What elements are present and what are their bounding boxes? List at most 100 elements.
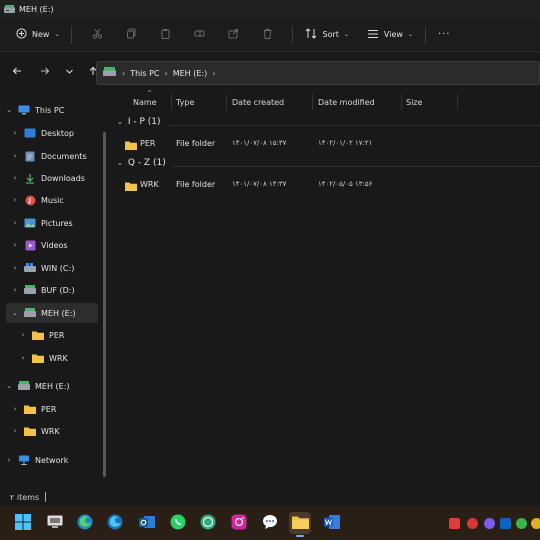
edge-browser-icon: [107, 514, 123, 532]
sidebar-item-music[interactable]: › Music: [10, 190, 64, 210]
tray-app-icon[interactable]: [467, 518, 478, 529]
chevron-right-icon[interactable]: ›: [4, 456, 14, 464]
chevron-right-icon[interactable]: ›: [10, 405, 20, 413]
navigation-row: › This PC › MEH (E:) ›: [0, 52, 540, 92]
sidebar-item-pictures[interactable]: › Pictures: [10, 213, 73, 233]
column-divider[interactable]: [171, 94, 172, 110]
documents-icon: [24, 151, 36, 162]
desktop-icon: [24, 128, 36, 139]
breadcrumb-current-drive[interactable]: MEH (E:): [173, 69, 208, 78]
recent-locations-button[interactable]: [58, 61, 80, 83]
column-divider[interactable]: [457, 94, 458, 110]
taskbar-app-edge-beta[interactable]: [104, 512, 126, 534]
sidebar-item-drive-c[interactable]: › WIN (C:): [10, 258, 74, 278]
chevron-right-icon[interactable]: ›: [10, 129, 20, 137]
copy-button[interactable]: [119, 24, 143, 46]
breadcrumb-this-pc[interactable]: This PC: [130, 69, 159, 78]
forward-button[interactable]: [34, 61, 56, 83]
sidebar-item-drive-e-quick[interactable]: ⌄ MEH (E:): [4, 376, 70, 396]
chevron-right-icon[interactable]: ›: [10, 219, 20, 227]
chevron-down-icon: [65, 67, 74, 78]
view-button[interactable]: View ⌄: [363, 24, 417, 46]
column-header-date-modified[interactable]: Date modified: [318, 92, 400, 112]
sidebar-item-drive-e[interactable]: ⌄ MEH (E:): [6, 303, 98, 323]
sidebar-item-documents[interactable]: › Documents: [10, 146, 87, 166]
taskbar-app-file-explorer[interactable]: [289, 512, 311, 537]
chevron-right-icon[interactable]: ›: [10, 174, 20, 182]
sidebar-item-wrk[interactable]: › WRK: [18, 348, 68, 368]
chevron-right-icon[interactable]: ›: [18, 331, 28, 339]
status-divider: [45, 492, 47, 502]
address-bar[interactable]: › This PC › MEH (E:) ›: [96, 61, 540, 85]
chevron-right-icon[interactable]: ›: [10, 241, 20, 249]
sidebar-item-downloads[interactable]: › Downloads: [10, 168, 85, 188]
taskbar-app-messenger[interactable]: [259, 512, 281, 534]
chevron-down-icon[interactable]: ⌄: [10, 309, 20, 317]
file-date-modified: ۱۴۰۲/۰۱/۰۲ ۱۷:۲۱: [318, 139, 373, 147]
taskbar-app-whatsapp-2[interactable]: [197, 512, 219, 534]
sort-icon: [305, 28, 317, 41]
column-header-type[interactable]: Type: [176, 92, 228, 112]
start-button[interactable]: [12, 512, 34, 534]
file-name[interactable]: PER: [140, 139, 155, 148]
file-type: File folder: [176, 180, 216, 189]
sidebar-item-desktop[interactable]: › Desktop: [10, 123, 74, 143]
taskbar-app-instagram[interactable]: [228, 512, 250, 534]
sidebar-item-wrk-quick[interactable]: › WRK: [10, 421, 60, 441]
sidebar-item-label: WRK: [41, 426, 60, 436]
column-divider[interactable]: [226, 94, 227, 110]
chevron-down-icon[interactable]: ⌄: [4, 106, 14, 114]
column-divider[interactable]: [312, 94, 313, 110]
rename-button[interactable]: [187, 24, 211, 46]
sidebar-item-drive-d[interactable]: › BUF (D:): [10, 280, 75, 300]
drive-icon: [24, 308, 36, 319]
new-button[interactable]: New ⌄: [12, 24, 63, 46]
toolbar-divider: [71, 25, 73, 44]
tray-app-icon[interactable]: [531, 518, 540, 529]
chevron-right-icon[interactable]: ›: [10, 264, 20, 272]
sidebar-item-videos[interactable]: › Videos: [10, 235, 68, 255]
more-options-button[interactable]: ···: [434, 24, 455, 46]
tray-shield-icon[interactable]: [449, 518, 460, 529]
folder-icon: [291, 515, 309, 531]
music-icon: [24, 195, 36, 206]
taskbar-app-desktop[interactable]: [44, 512, 66, 534]
taskbar-app-outlook[interactable]: [136, 512, 158, 534]
group-header[interactable]: ⌄ Q - Z (1): [117, 158, 166, 168]
tray-messenger-icon[interactable]: [484, 518, 495, 529]
table-row[interactable]: PER File folder ۱۴۰۱/۰۷/۰۸ ۱۵:۳۷ ۱۴۰۲/۰۱…: [111, 136, 540, 154]
sidebar-item-this-pc[interactable]: ⌄ This PC: [4, 100, 64, 120]
sidebar-item-per-quick[interactable]: › PER: [10, 399, 56, 419]
paste-button[interactable]: [153, 24, 177, 46]
group-header[interactable]: ⌄ I - P (1): [117, 117, 161, 127]
taskbar-app-word[interactable]: [321, 512, 343, 534]
column-header-date-created[interactable]: Date created: [232, 92, 314, 112]
table-row[interactable]: WRK File folder ۱۴۰۱/۰۷/۰۸ ۱۴:۳۷ ۱۴۰۲/۰۵…: [111, 177, 540, 195]
tray-linkedin-icon[interactable]: [500, 518, 511, 529]
file-name[interactable]: WRK: [140, 180, 159, 189]
chevron-right-icon[interactable]: ›: [10, 427, 20, 435]
window-title: MEH (E:): [19, 4, 54, 14]
chevron-down-icon[interactable]: ⌄: [4, 382, 14, 390]
share-button[interactable]: [221, 24, 245, 46]
chevron-right-icon[interactable]: ›: [10, 286, 20, 294]
sort-button[interactable]: Sort ⌄: [301, 24, 352, 46]
taskbar-app-whatsapp[interactable]: [167, 512, 189, 534]
sidebar-item-per[interactable]: › PER: [18, 325, 64, 345]
edge-browser-icon: [77, 514, 93, 532]
chevron-right-icon[interactable]: ›: [10, 152, 20, 160]
sort-ascending-icon: ^: [147, 90, 153, 97]
breadcrumb-chevron-icon[interactable]: ›: [212, 69, 215, 78]
command-bar: New ⌄ Sort ⌄ View ⌄ ···: [0, 18, 540, 52]
chevron-right-icon[interactable]: ›: [18, 354, 28, 362]
chevron-right-icon[interactable]: ›: [10, 196, 20, 204]
cut-button[interactable]: [85, 24, 109, 46]
column-header-size[interactable]: Size: [406, 92, 456, 112]
taskbar-app-edge[interactable]: [74, 512, 96, 534]
delete-button[interactable]: [255, 24, 279, 46]
back-button[interactable]: [6, 61, 28, 83]
sidebar-item-network[interactable]: › Network: [4, 450, 68, 470]
column-divider[interactable]: [401, 94, 402, 110]
tray-sync-icon[interactable]: [516, 518, 527, 529]
sidebar-scrollbar[interactable]: [103, 132, 106, 477]
